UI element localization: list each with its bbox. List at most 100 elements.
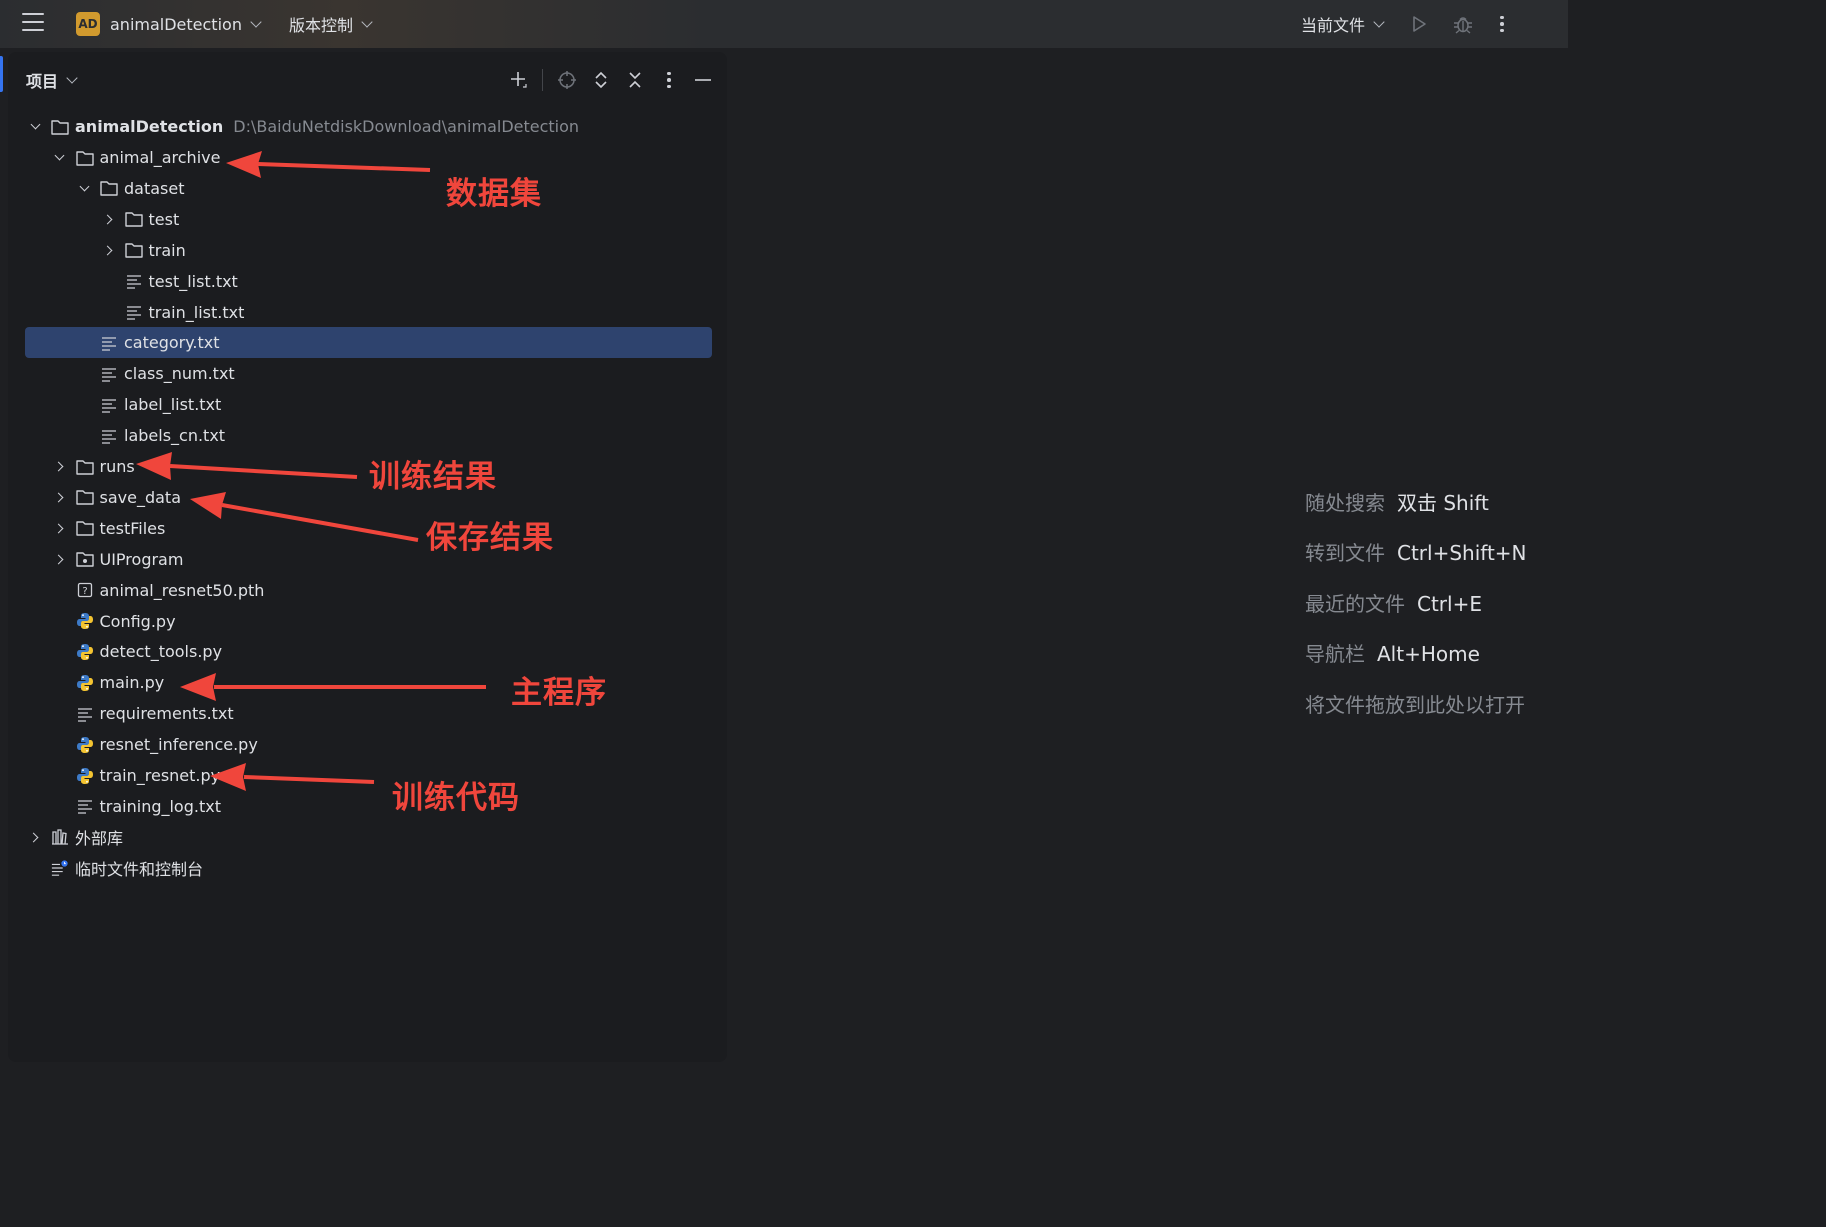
project-badge: AD [76,12,100,36]
tree-item-label: train_list.txt [148,302,245,322]
options-icon[interactable] [659,70,679,90]
tree-item-label: animal_archive [99,148,221,167]
collapse-all-icon[interactable] [625,70,645,90]
text-file-icon [125,303,143,321]
python-icon [76,736,94,754]
tree-item-train[interactable]: train [101,235,186,266]
bug-icon [1454,17,1472,34]
run-icon [1413,16,1426,32]
module-folder-icon [75,550,94,568]
tree-item-runs[interactable]: runs [52,451,135,482]
chevron-right-icon[interactable] [101,211,117,227]
chevron-down-icon [66,72,78,84]
chevron-right-icon[interactable] [27,829,43,845]
expander-spacer [52,706,68,722]
folder-icon [75,149,94,167]
tree-item-category-txt[interactable]: category.txt [25,327,712,359]
tree-item-main-py[interactable]: main.py [52,667,164,698]
folder-icon [100,179,118,197]
tree-root[interactable]: animalDetection D:\BaiduNetdiskDownload\… [27,111,579,142]
tree-item-train-list-txt[interactable]: train_list.txt [101,297,245,328]
tree-root-path: D:\BaiduNetdiskDownload\animalDetection [233,117,580,136]
tree-item-label: dataset [124,178,185,198]
expander-spacer [52,613,68,629]
tree-item-training-log-txt[interactable]: training_log.txt [52,791,221,822]
annotation-main-program: 主程序 [511,675,607,711]
chevron-right-icon[interactable] [52,551,68,567]
expander-spacer [76,366,92,382]
expander-spacer [101,304,117,320]
tree-item-label-list-txt[interactable]: label_list.txt [76,389,221,420]
folder-icon [124,241,143,259]
tree-item-label: requirements.txt [99,704,234,724]
tree-item-requirements-txt[interactable]: requirements.txt [52,698,234,729]
tree-item-test-list-txt[interactable]: test_list.txt [101,266,238,297]
debug-button[interactable] [1452,0,1474,48]
run-config-selector[interactable]: 当前文件 [1301,0,1385,48]
tree-item-config-py[interactable]: Config.py [52,606,176,637]
more-actions-button[interactable] [1500,0,1504,48]
tree-item-label: labels_cn.txt [124,426,226,446]
expander-spacer [52,737,68,753]
chevron-down-icon[interactable] [52,150,68,166]
tree-item-resnet-inference-py[interactable]: resnet_inference.py [52,729,258,760]
project-name: animalDetection [110,14,242,34]
tree-item-label: save_data [99,487,182,507]
tree-item-class-num-txt[interactable]: class_num.txt [76,358,235,389]
chevron-down-icon[interactable] [76,180,92,196]
active-tool-indicator [0,56,3,92]
main-menu-icon[interactable] [22,13,44,31]
tree-item-save-data[interactable]: save_data [52,482,182,513]
tree-item-label: Config.py [99,611,176,631]
project-switcher[interactable]: AD animalDetection [76,0,262,48]
chevron-right-icon[interactable] [101,242,117,258]
tree-item-detect-tools-py[interactable]: detect_tools.py [52,636,223,667]
chevron-down-icon [1373,16,1385,28]
text-file-icon [100,365,118,383]
tree-item-label: 外部库 [75,829,124,849]
tree-item-label: train [148,240,186,260]
tree-item-label: resnet_inference.py [99,735,258,755]
tree-item-item-23[interactable]: 临时文件和控制台 [27,853,203,884]
hint-navigation-bar: 导航栏 Alt+Home [1305,642,1480,666]
tree-item-animal-resnet50-pth[interactable]: ? animal_resnet50.pth [52,575,264,606]
project-view-selector[interactable]: 项目 [26,66,78,94]
tree-item-test[interactable]: test [101,204,180,235]
tree-item-label: detect_tools.py [99,642,223,662]
run-button[interactable] [1409,0,1429,48]
tree-item-dataset[interactable]: dataset [76,173,185,204]
tree-item-label: test_list.txt [148,271,238,291]
tree-item-labels-cn-txt[interactable]: labels_cn.txt [76,420,225,451]
tree-item-label: runs [99,457,135,476]
tree-item-label: test [148,209,180,229]
chevron-right-icon[interactable] [52,520,68,536]
unknown-file-icon: ? [76,581,94,599]
vcs-label: 版本控制 [289,16,354,35]
chevron-down-icon [361,16,373,28]
panel-toolbar [508,66,713,94]
chevron-right-icon[interactable] [52,489,68,505]
tree-item-item-22[interactable]: 外部库 [27,822,123,853]
vcs-menu[interactable]: 版本控制 [289,0,373,48]
hint-search-everywhere: 随处搜索 双击 Shift [1305,491,1489,515]
expander-spacer [52,582,68,598]
annotation-save-results: 保存结果 [426,520,554,556]
project-tool-window: 项目 animalDetection D:\BaiduNetdiskDownlo… [0,52,727,1062]
minimize-icon[interactable] [693,70,713,90]
annotation-dataset: 数据集 [446,176,542,212]
tree-item-train-resnet-py[interactable]: train_resnet.py [52,760,220,791]
tree-item-label: training_log.txt [99,796,221,816]
tree-item-animal-archive[interactable]: animal_archive [52,142,221,173]
tree-item-testfiles[interactable]: testFiles [52,513,165,544]
chevron-right-icon[interactable] [52,459,68,475]
folder-icon [75,488,94,506]
text-file-icon [76,797,94,815]
add-icon[interactable] [508,70,528,90]
text-file-icon [100,396,118,414]
expand-all-icon[interactable] [591,70,611,90]
tree-item-uiprogram[interactable]: UIProgram [52,544,183,575]
chevron-down-icon[interactable] [27,119,43,135]
hint-drop-files: 将文件拖放到此处以打开 [1305,693,1525,717]
chevron-down-icon [250,16,262,28]
locate-icon[interactable] [557,70,577,90]
